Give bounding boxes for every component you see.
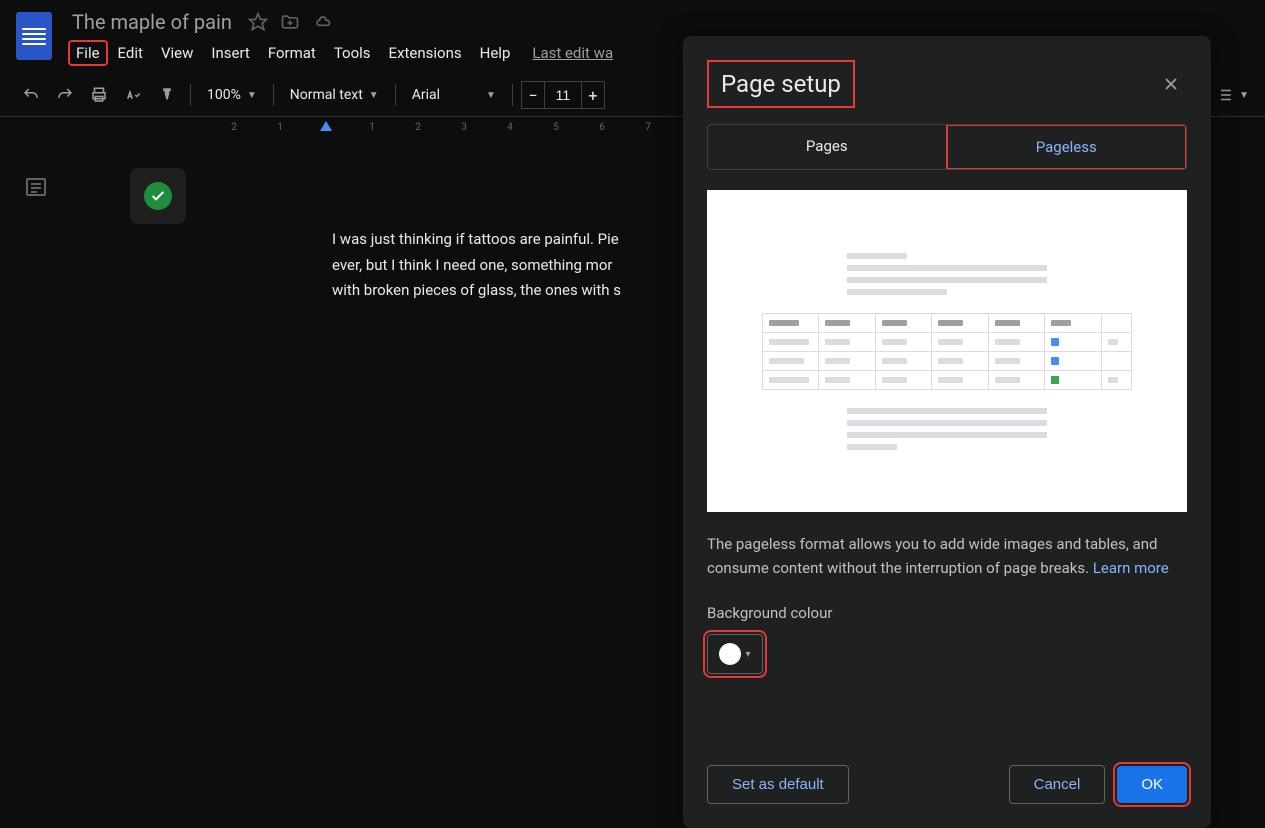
preview-text-lines (847, 408, 1047, 450)
close-icon (1161, 74, 1181, 94)
dialog-backdrop: Page setup Pages Pageless (0, 0, 1265, 828)
set-default-button[interactable]: Set as default (707, 765, 849, 804)
page-setup-dialog: Page setup Pages Pageless (683, 36, 1211, 828)
dropdown-arrow-icon: ▾ (745, 649, 750, 660)
tab-pages[interactable]: Pages (708, 125, 947, 169)
dialog-header: Page setup (707, 60, 1187, 108)
tabs: Pages Pageless (707, 124, 1187, 170)
pageless-preview (707, 190, 1187, 512)
ok-button[interactable]: OK (1117, 766, 1187, 803)
preview-table (762, 313, 1132, 390)
description-text: The pageless format allows you to add wi… (707, 535, 1157, 577)
preview-text-lines (847, 253, 1047, 295)
tab-pageless[interactable]: Pageless (946, 124, 1188, 170)
close-button[interactable] (1155, 68, 1187, 100)
learn-more-link[interactable]: Learn more (1093, 559, 1169, 577)
dialog-footer: Set as default Cancel OK (707, 765, 1187, 804)
pageless-description: The pageless format allows you to add wi… (707, 532, 1187, 580)
color-swatch (719, 643, 741, 665)
dialog-title: Page setup (707, 60, 855, 108)
cancel-button[interactable]: Cancel (1009, 765, 1106, 804)
background-color-picker[interactable]: ▾ (707, 634, 763, 674)
background-label: Background colour (707, 604, 1187, 622)
background-section: Background colour ▾ (707, 604, 1187, 674)
